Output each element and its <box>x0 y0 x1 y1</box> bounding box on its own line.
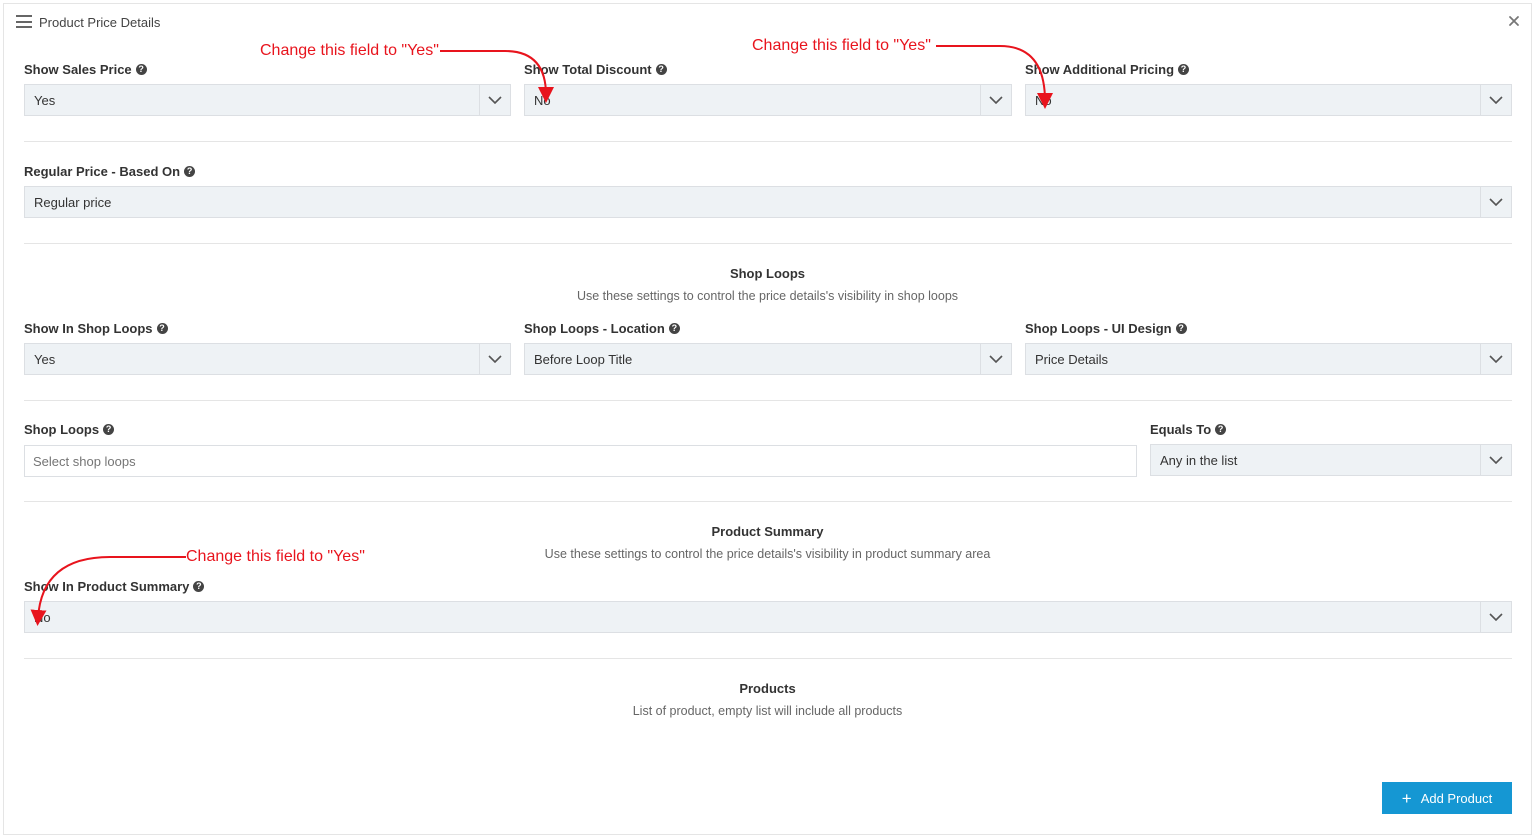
show-sales-price-label: Show Sales Price ? <box>24 62 147 77</box>
product-price-details-panel: Product Price Details Show Sales Price ?… <box>3 3 1532 835</box>
shop-loops-label: Shop Loops ? <box>24 422 115 437</box>
divider <box>24 243 1512 244</box>
equals-to-value: Any in the list <box>1160 453 1238 468</box>
show-sales-price-label-text: Show Sales Price <box>24 62 132 77</box>
chevron-down-icon[interactable] <box>980 85 1011 115</box>
show-additional-pricing-label-text: Show Additional Pricing <box>1025 62 1175 77</box>
shop-loops-section-description: Use these settings to control the price … <box>576 289 959 303</box>
show-in-product-summary-select[interactable]: No <box>24 601 1512 633</box>
divider <box>24 141 1512 142</box>
show-total-discount-select[interactable]: No <box>524 84 1012 116</box>
help-icon[interactable]: ? <box>1215 424 1227 435</box>
chevron-down-icon[interactable] <box>980 344 1011 374</box>
close-icon[interactable] <box>1507 14 1521 28</box>
products-section-title: Products <box>739 681 796 696</box>
chevron-down-icon[interactable] <box>1480 85 1511 115</box>
products-section-description: List of product, empty list will include… <box>632 704 903 718</box>
annotation-label: Change this field to "Yes" <box>260 42 439 59</box>
shop-loops-input[interactable] <box>24 445 1137 477</box>
help-icon[interactable]: ? <box>103 424 115 435</box>
show-in-product-summary-label-text: Show In Product Summary <box>24 579 190 594</box>
show-total-discount-label: Show Total Discount ? <box>524 62 667 77</box>
add-product-button[interactable]: + Add Product <box>1382 782 1512 814</box>
show-in-shop-loops-label-text: Show In Shop Loops <box>24 321 153 336</box>
shop-loops-section-title: Shop Loops <box>729 266 806 281</box>
divider <box>24 501 1512 502</box>
chevron-down-icon[interactable] <box>479 85 510 115</box>
help-icon[interactable]: ? <box>1175 323 1187 334</box>
regular-price-based-on-value: Regular price <box>34 195 112 210</box>
help-icon[interactable]: ? <box>668 323 680 334</box>
show-additional-pricing-value: No <box>1035 93 1052 108</box>
product-summary-section-title: Product Summary <box>711 524 824 539</box>
help-icon[interactable]: ? <box>184 166 196 177</box>
show-in-shop-loops-value: Yes <box>34 352 56 367</box>
show-in-product-summary-value: No <box>34 610 51 625</box>
help-icon[interactable]: ? <box>193 581 205 592</box>
equals-to-label: Equals To ? <box>1150 422 1227 437</box>
help-icon[interactable]: ? <box>1178 64 1190 75</box>
show-in-shop-loops-select[interactable]: Yes <box>24 343 511 375</box>
show-in-product-summary-label: Show In Product Summary ? <box>24 579 205 594</box>
chevron-down-icon[interactable] <box>479 344 510 374</box>
plus-icon: + <box>1401 788 1412 808</box>
shop-loops-ui-design-label: Shop Loops - UI Design ? <box>1025 321 1187 336</box>
show-total-discount-value: No <box>534 93 551 108</box>
shop-loops-label-text: Shop Loops <box>24 422 100 437</box>
shop-loops-location-value: Before Loop Title <box>534 352 633 367</box>
annotation-label: Change this field to "Yes" <box>752 37 931 54</box>
divider <box>24 658 1512 659</box>
show-total-discount-label-text: Show Total Discount <box>524 62 652 77</box>
shop-loops-location-label: Shop Loops - Location ? <box>524 321 680 336</box>
shop-loops-ui-design-value: Price Details <box>1035 352 1108 367</box>
hamburger-menu-icon[interactable] <box>16 15 32 28</box>
panel-title: Product Price Details <box>39 15 161 30</box>
show-sales-price-select[interactable]: Yes <box>24 84 511 116</box>
regular-price-based-on-select[interactable]: Regular price <box>24 186 1512 218</box>
help-icon[interactable]: ? <box>135 64 147 75</box>
chevron-down-icon[interactable] <box>1480 187 1511 217</box>
shop-loops-ui-design-select[interactable]: Price Details <box>1025 343 1512 375</box>
shop-loops-ui-design-label-text: Shop Loops - UI Design <box>1025 321 1172 336</box>
chevron-down-icon[interactable] <box>1480 344 1511 374</box>
help-icon[interactable]: ? <box>655 64 667 75</box>
regular-price-based-on-label: Regular Price - Based On ? <box>24 164 196 179</box>
help-icon[interactable]: ? <box>156 323 168 334</box>
show-in-shop-loops-label: Show In Shop Loops ? <box>24 321 168 336</box>
show-additional-pricing-select[interactable]: No <box>1025 84 1512 116</box>
divider <box>24 400 1512 401</box>
annotation-label: Change this field to "Yes" <box>186 548 365 565</box>
show-sales-price-value: Yes <box>34 93 56 108</box>
regular-price-based-on-label-text: Regular Price - Based On <box>24 164 181 179</box>
add-product-label: Add Product <box>1420 790 1493 806</box>
equals-to-select[interactable]: Any in the list <box>1150 444 1512 476</box>
chevron-down-icon[interactable] <box>1480 602 1511 632</box>
equals-to-label-text: Equals To <box>1150 422 1212 437</box>
chevron-down-icon[interactable] <box>1480 445 1511 475</box>
shop-loops-location-select[interactable]: Before Loop Title <box>524 343 1012 375</box>
panel-header: Product Price Details <box>4 4 1531 40</box>
shop-loops-location-label-text: Shop Loops - Location <box>524 321 665 336</box>
show-additional-pricing-label: Show Additional Pricing ? <box>1025 62 1190 77</box>
